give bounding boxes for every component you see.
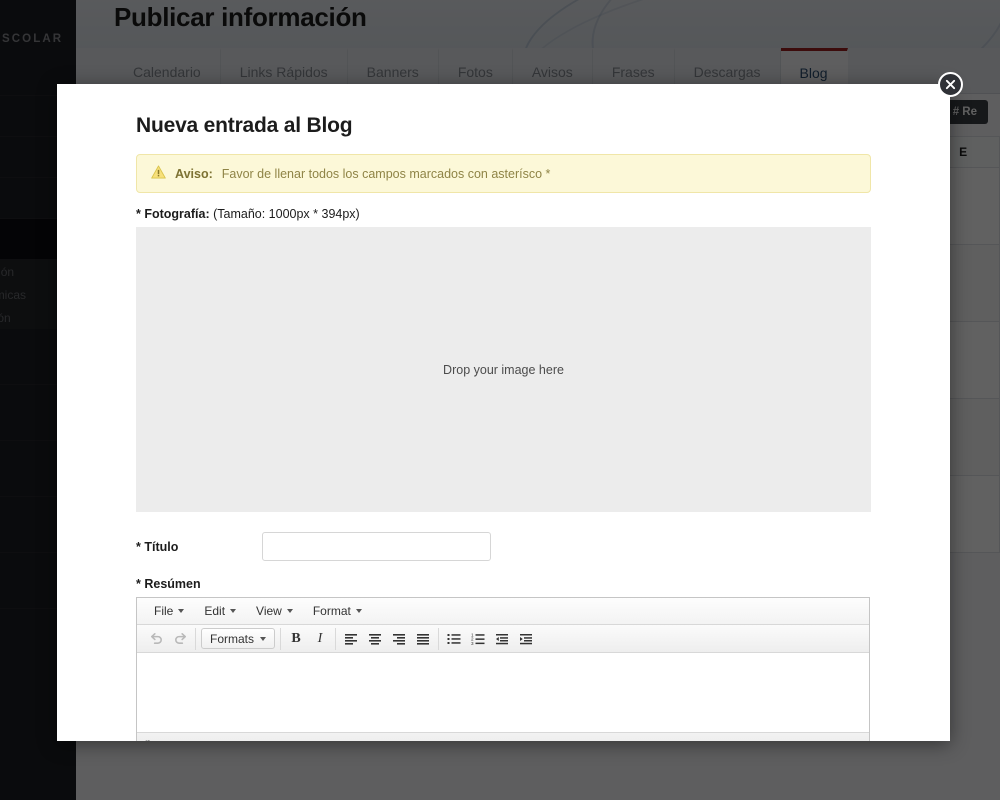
warning-text: Favor de llenar todos los campos marcado…: [221, 166, 551, 181]
photo-label-text: * Fotografía:: [136, 207, 210, 221]
warning-triangle-icon: [151, 165, 166, 182]
new-blog-entry-modal: Nueva entrada al Blog Aviso: Favor de ll…: [57, 84, 950, 741]
dropzone-text: Drop your image here: [443, 362, 564, 377]
title-field-label: * Título: [136, 539, 179, 554]
modal-title: Nueva entrada al Blog: [136, 114, 353, 137]
editor-statusbar: p: [137, 732, 869, 741]
chevron-down-icon: [355, 609, 362, 613]
align-right-icon[interactable]: [387, 628, 411, 650]
formats-label: Formats: [210, 631, 255, 646]
italic-button[interactable]: I: [308, 628, 332, 650]
toolbar-group-formats: Formats: [196, 627, 282, 650]
close-icon[interactable]: [938, 72, 963, 97]
bold-icon: B: [291, 630, 301, 646]
bold-button[interactable]: B: [284, 628, 308, 650]
align-left-icon[interactable]: [339, 628, 363, 650]
formats-dropdown[interactable]: Formats: [201, 628, 276, 649]
warning-alert: Aviso: Favor de llenar todos los campos …: [136, 154, 871, 193]
photo-field-label: * Fotografía: (Tamaño: 1000px * 394px): [136, 207, 871, 221]
menu-view[interactable]: View: [247, 601, 302, 621]
richtext-editor: File Edit View Format Formats B I 1 2 3: [136, 597, 870, 741]
undo-icon[interactable]: [144, 628, 168, 650]
menu-format[interactable]: Format: [304, 601, 371, 621]
toolbar-group-history: [141, 627, 196, 650]
editor-toolbar: Formats B I 1 2 3: [137, 625, 869, 653]
menu-file-label: File: [154, 604, 174, 618]
outdent-icon[interactable]: [490, 628, 514, 650]
chevron-down-icon: [230, 609, 237, 613]
editor-menubar: File Edit View Format: [137, 598, 869, 625]
toolbar-group-style: B I: [281, 627, 337, 650]
editor-content-area[interactable]: [137, 653, 869, 732]
bullet-list-icon[interactable]: [442, 628, 466, 650]
menu-format-label: Format: [312, 604, 351, 618]
menu-edit-label: Edit: [204, 604, 226, 618]
photo-size-note: (Tamaño: 1000px * 394px): [213, 207, 360, 221]
indent-icon[interactable]: [514, 628, 538, 650]
menu-view-label: View: [256, 604, 282, 618]
align-center-icon[interactable]: [363, 628, 387, 650]
title-field-row: * Título: [136, 532, 871, 561]
chevron-down-icon: [260, 636, 267, 641]
toolbar-group-lists: 1 2 3: [439, 628, 541, 650]
redo-icon[interactable]: [168, 628, 192, 650]
title-input[interactable]: [262, 532, 491, 561]
chevron-down-icon: [286, 609, 293, 613]
warning-label: Aviso:: [175, 166, 213, 181]
italic-icon: I: [317, 630, 323, 646]
svg-text:3: 3: [471, 640, 474, 645]
numbered-list-icon[interactable]: 1 2 3: [466, 628, 490, 650]
menu-edit[interactable]: Edit: [195, 601, 245, 621]
editor-element-path[interactable]: p: [145, 738, 151, 741]
chevron-down-icon: [178, 609, 185, 613]
summary-field-label: * Resúmen: [136, 577, 201, 591]
menu-file[interactable]: File: [145, 601, 193, 621]
align-justify-icon[interactable]: [411, 628, 435, 650]
toolbar-group-align: [336, 627, 440, 650]
image-dropzone[interactable]: Drop your image here: [136, 227, 871, 512]
